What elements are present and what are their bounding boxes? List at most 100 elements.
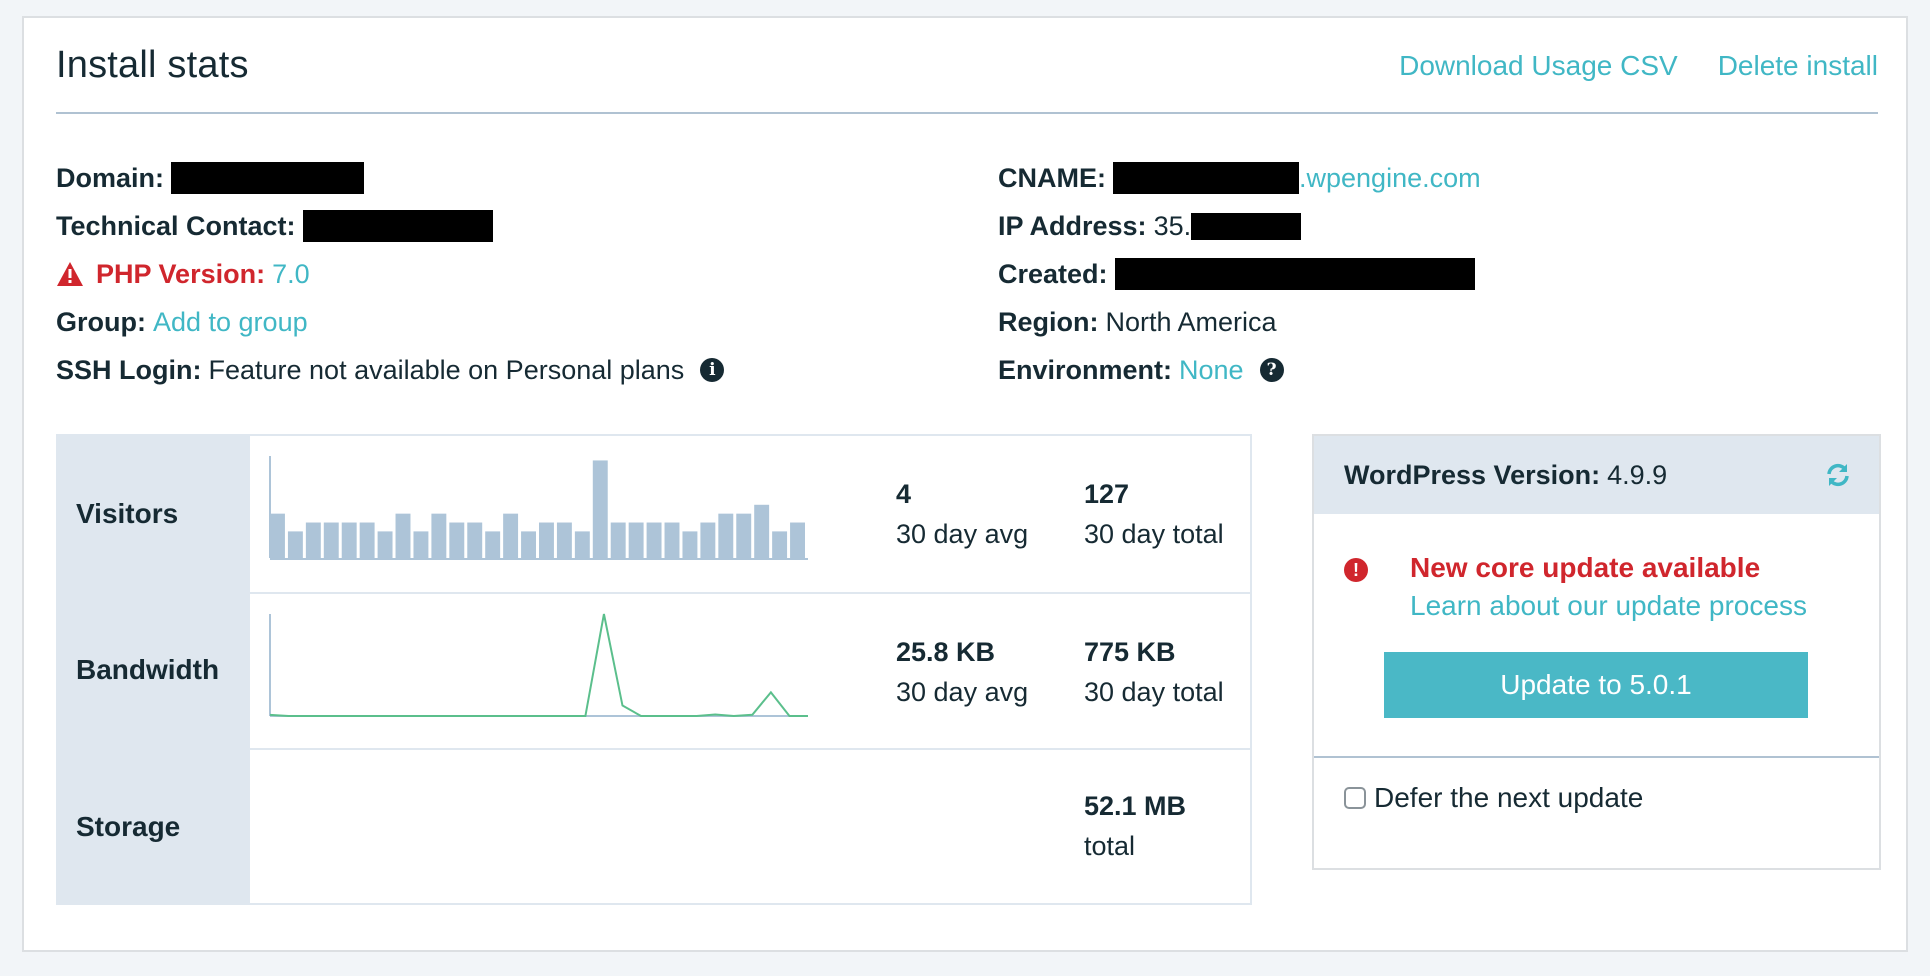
visitors-bar (449, 522, 465, 558)
exclamation-circle-icon: ! (1344, 558, 1368, 582)
defer-update-option[interactable]: Defer the next update (1344, 782, 1643, 814)
visitors-bar (341, 522, 357, 558)
visitors-bar (700, 522, 716, 558)
visitors-bar (359, 522, 375, 558)
bandwidth-label: Bandwidth (58, 592, 250, 748)
storage-total-value: 52.1 MB (1084, 791, 1187, 821)
bandwidth-series-line (269, 613, 808, 718)
visitors-bar (539, 522, 554, 558)
visitors-total-label: 30 day total (1084, 519, 1224, 549)
visitors-bar (377, 531, 393, 558)
usage-stats-table: Visitors 4 30 day avg 127 30 day total B… (56, 434, 1252, 905)
visitors-bar (736, 513, 752, 558)
storage-total-label: total (1084, 831, 1136, 861)
bandwidth-avg-label: 30 day avg (896, 677, 1029, 707)
ip-address-row: IP Address: 35. (998, 202, 1481, 250)
region-label: Region: (998, 306, 1099, 337)
visitors-bar (772, 531, 788, 558)
download-usage-csv-link[interactable]: Download Usage CSV (1399, 50, 1678, 82)
install-stats-card: Install stats Download Usage CSV Delete … (22, 16, 1908, 952)
install-info-left: Domain: Technical Contact: PHP Version: … (56, 154, 725, 394)
wordpress-version-value: 4.9.9 (1607, 459, 1668, 490)
bandwidth-avg: 25.8 KB 30 day avg (896, 632, 1028, 712)
domain-value-redacted (171, 162, 364, 194)
install-info-right: CNAME: .wpengine.com IP Address: 35. Cre… (998, 154, 1481, 394)
technical-contact-row: Technical Contact: (56, 202, 724, 250)
delete-install-link[interactable]: Delete install (1718, 50, 1878, 82)
environment-link[interactable]: None (1179, 355, 1244, 386)
wordpress-version-header: WordPress Version: 4.9.9 (1314, 436, 1879, 514)
update-wordpress-button[interactable]: Update to 5.0.1 (1384, 652, 1808, 718)
domain-label: Domain: (56, 162, 164, 193)
visitors-bar (395, 513, 411, 558)
visitors-total: 127 30 day total (1084, 474, 1224, 554)
ssh-login-value: Feature not available on Personal plans (208, 354, 685, 385)
bandwidth-line-chart (269, 613, 808, 718)
visitors-bar (485, 531, 501, 558)
header-divider (56, 112, 1878, 114)
storage-row: Storage 52.1 MB total (58, 748, 1250, 905)
bandwidth-row: Bandwidth 25.8 KB 30 day avg 775 KB 30 d… (58, 592, 1250, 748)
bandwidth-total-label: 30 day total (1084, 677, 1224, 707)
ip-address-label: IP Address: (998, 210, 1147, 241)
php-version-link[interactable]: 7.0 (272, 259, 310, 290)
visitors-bar (718, 513, 734, 558)
created-label: Created: (998, 258, 1108, 289)
visitors-bar (467, 522, 483, 558)
add-to-group-link[interactable]: Add to group (153, 307, 308, 338)
question-circle-icon[interactable]: ? (1259, 358, 1284, 382)
cname-label: CNAME: (998, 162, 1106, 193)
wordpress-version-label: WordPress Version: (1344, 459, 1601, 490)
visitors-bar (556, 522, 572, 558)
visitors-bar (323, 522, 339, 558)
visitors-bar (270, 513, 285, 558)
visitors-total-value: 127 (1084, 479, 1130, 509)
bandwidth-total: 775 KB 30 day total (1084, 632, 1224, 712)
visitors-bar (664, 522, 680, 558)
environment-label: Environment: (998, 354, 1173, 385)
visitors-avg: 4 30 day avg (896, 474, 1028, 554)
visitors-label: Visitors (58, 436, 250, 592)
bandwidth-avg-value: 25.8 KB (896, 637, 996, 667)
wordpress-version-panel: WordPress Version: 4.9.9 ! New core upda… (1312, 434, 1881, 870)
cname-link[interactable]: .wpengine.com (1299, 163, 1481, 194)
php-version-row: PHP Version: 7.0 (56, 250, 724, 298)
cname-value-redacted (1113, 162, 1299, 194)
defer-update-label: Defer the next update (1374, 782, 1644, 813)
visitors-bar (287, 531, 303, 558)
technical-contact-label: Technical Contact: (56, 210, 296, 241)
ip-address-prefix: 35. (1153, 210, 1192, 241)
refresh-icon[interactable] (1825, 462, 1851, 488)
region-row: Region: North America (998, 298, 1481, 346)
header-actions: Download Usage CSV Delete install (1399, 50, 1878, 82)
storage-total: 52.1 MB total (1084, 786, 1186, 866)
visitors-bar (305, 522, 321, 558)
visitors-bar-chart (269, 456, 808, 560)
environment-row: Environment: None ? (998, 346, 1481, 394)
visitors-avg-label: 30 day avg (896, 519, 1029, 549)
visitors-bar (574, 531, 590, 558)
region-value: North America (1105, 306, 1277, 337)
visitors-bar (503, 513, 519, 558)
learn-update-process-link[interactable]: Learn about our update process (1410, 590, 1807, 622)
visitors-bar (628, 522, 644, 558)
visitors-bar (592, 460, 608, 558)
visitors-bar (646, 522, 662, 558)
domain-row: Domain: (56, 154, 724, 202)
created-value-redacted (1114, 258, 1475, 290)
cname-row: CNAME: .wpengine.com (998, 154, 1481, 202)
defer-update-checkbox[interactable] (1344, 787, 1366, 809)
storage-label: Storage (58, 748, 250, 905)
visitors-bar (682, 531, 698, 558)
core-update-section: ! New core update available Learn about … (1314, 514, 1879, 758)
group-row: Group: Add to group (56, 298, 724, 346)
page-title: Install stats (56, 44, 249, 86)
warning-triangle-icon (57, 262, 83, 286)
visitors-bar (413, 531, 429, 558)
info-circle-icon[interactable]: i (700, 358, 725, 382)
ssh-login-label: SSH Login: (56, 354, 202, 385)
visitors-bar (431, 513, 447, 558)
visitors-bar (790, 522, 805, 558)
visitors-bar (754, 504, 770, 558)
visitors-avg-value: 4 (896, 479, 912, 509)
